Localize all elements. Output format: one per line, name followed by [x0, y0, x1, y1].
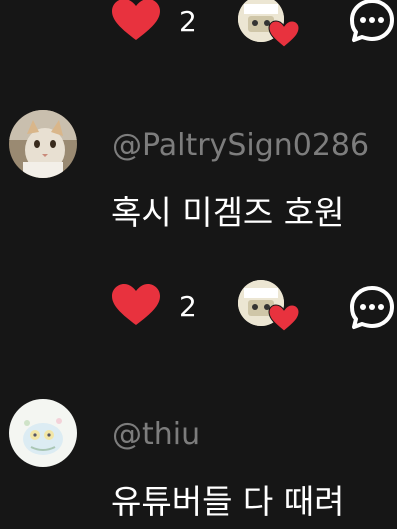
comment-text: 혹시 미겜즈 호원 [111, 193, 345, 232]
reply-bubble-icon [350, 0, 394, 42]
reply-button[interactable] [348, 283, 396, 331]
like-count: 2 [179, 290, 197, 323]
heart-icon [268, 20, 300, 48]
avatar[interactable] [9, 399, 77, 467]
reply-bubble-icon [350, 286, 394, 329]
like-button[interactable] [110, 283, 162, 327]
heart-icon [112, 0, 160, 40]
comment-username[interactable]: @PaltrySign0286 [112, 131, 369, 161]
avatar[interactable] [9, 110, 77, 178]
comment-text: 유튜버들 다 때려 [111, 482, 345, 521]
creator-hearted-badge [238, 280, 300, 332]
comment-username[interactable]: @thiu [112, 420, 200, 450]
reply-button[interactable] [348, 0, 396, 44]
like-button[interactable] [110, 0, 162, 42]
creator-hearted-badge [238, 0, 300, 48]
heart-icon [112, 284, 160, 325]
like-count: 2 [179, 5, 197, 38]
heart-icon [268, 304, 300, 332]
